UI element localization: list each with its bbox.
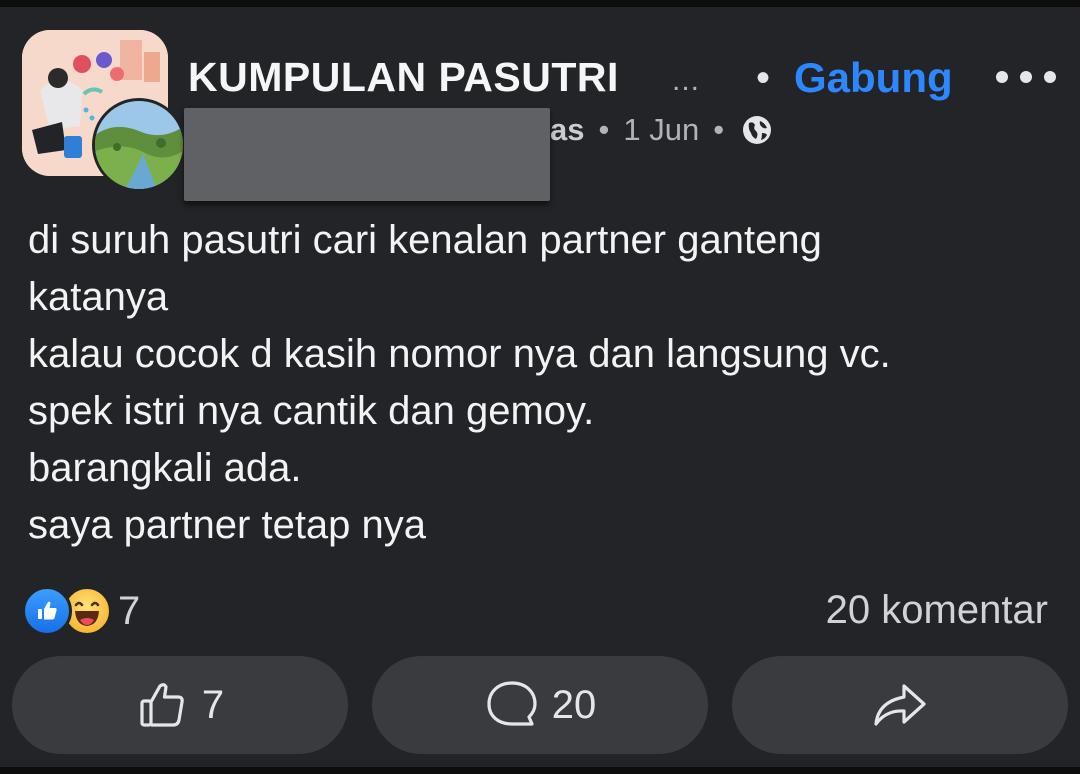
more-dot-icon [1044,71,1056,83]
more-dot-icon [996,71,1008,83]
post-body: di suruh pasutri cari kenalan partner ga… [28,212,1058,554]
bottom-edge [0,767,1080,774]
post-body-line: kalau cocok d kasih nomor nya dan langsu… [28,332,891,376]
post-body-line: katanya [28,275,169,319]
author-name-fragment[interactable]: as [550,112,584,148]
group-name[interactable]: KUMPULAN PASUTRI [188,54,619,101]
group-name-ellipsis: ... [672,64,701,97]
thumbs-up-icon [140,683,184,727]
share-arrow-icon [874,684,926,726]
more-dot-icon [1020,71,1032,83]
user-avatar-landscape [95,101,183,189]
comment-count: 20 [551,682,597,727]
meta-separator: • [713,112,725,147]
redaction-box [184,108,550,201]
meta-separator: • [598,112,610,147]
like-count: 7 [201,682,225,727]
user-avatar[interactable] [92,98,186,192]
reaction-count: 7 [118,588,141,633]
join-group-button[interactable]: Gabung [794,54,953,102]
separator-dot: • [756,56,771,100]
post-body-line: di suruh pasutri cari kenalan partner ga… [28,218,822,262]
post-body-line: spek istri nya cantik dan gemoy. [28,389,595,433]
status-bar-edge [0,0,1080,7]
post-body-line: saya partner tetap nya [28,503,427,547]
like-button[interactable]: 7 [12,656,348,754]
globe-icon [743,116,772,144]
comment-button[interactable]: 20 [372,656,708,754]
post-date[interactable]: 1 Jun [623,112,699,148]
share-button[interactable] [732,656,1068,754]
post-meta: as • 1 Jun • [550,112,774,148]
reactions-summary[interactable]: 7 [22,586,140,636]
more-options-button[interactable] [996,66,1056,88]
comment-count-link[interactable]: 20 komentar [826,588,1048,633]
like-icon [22,586,72,636]
post-body-line: barangkali ada. [28,446,302,490]
comment-bubble-icon [487,681,537,726]
